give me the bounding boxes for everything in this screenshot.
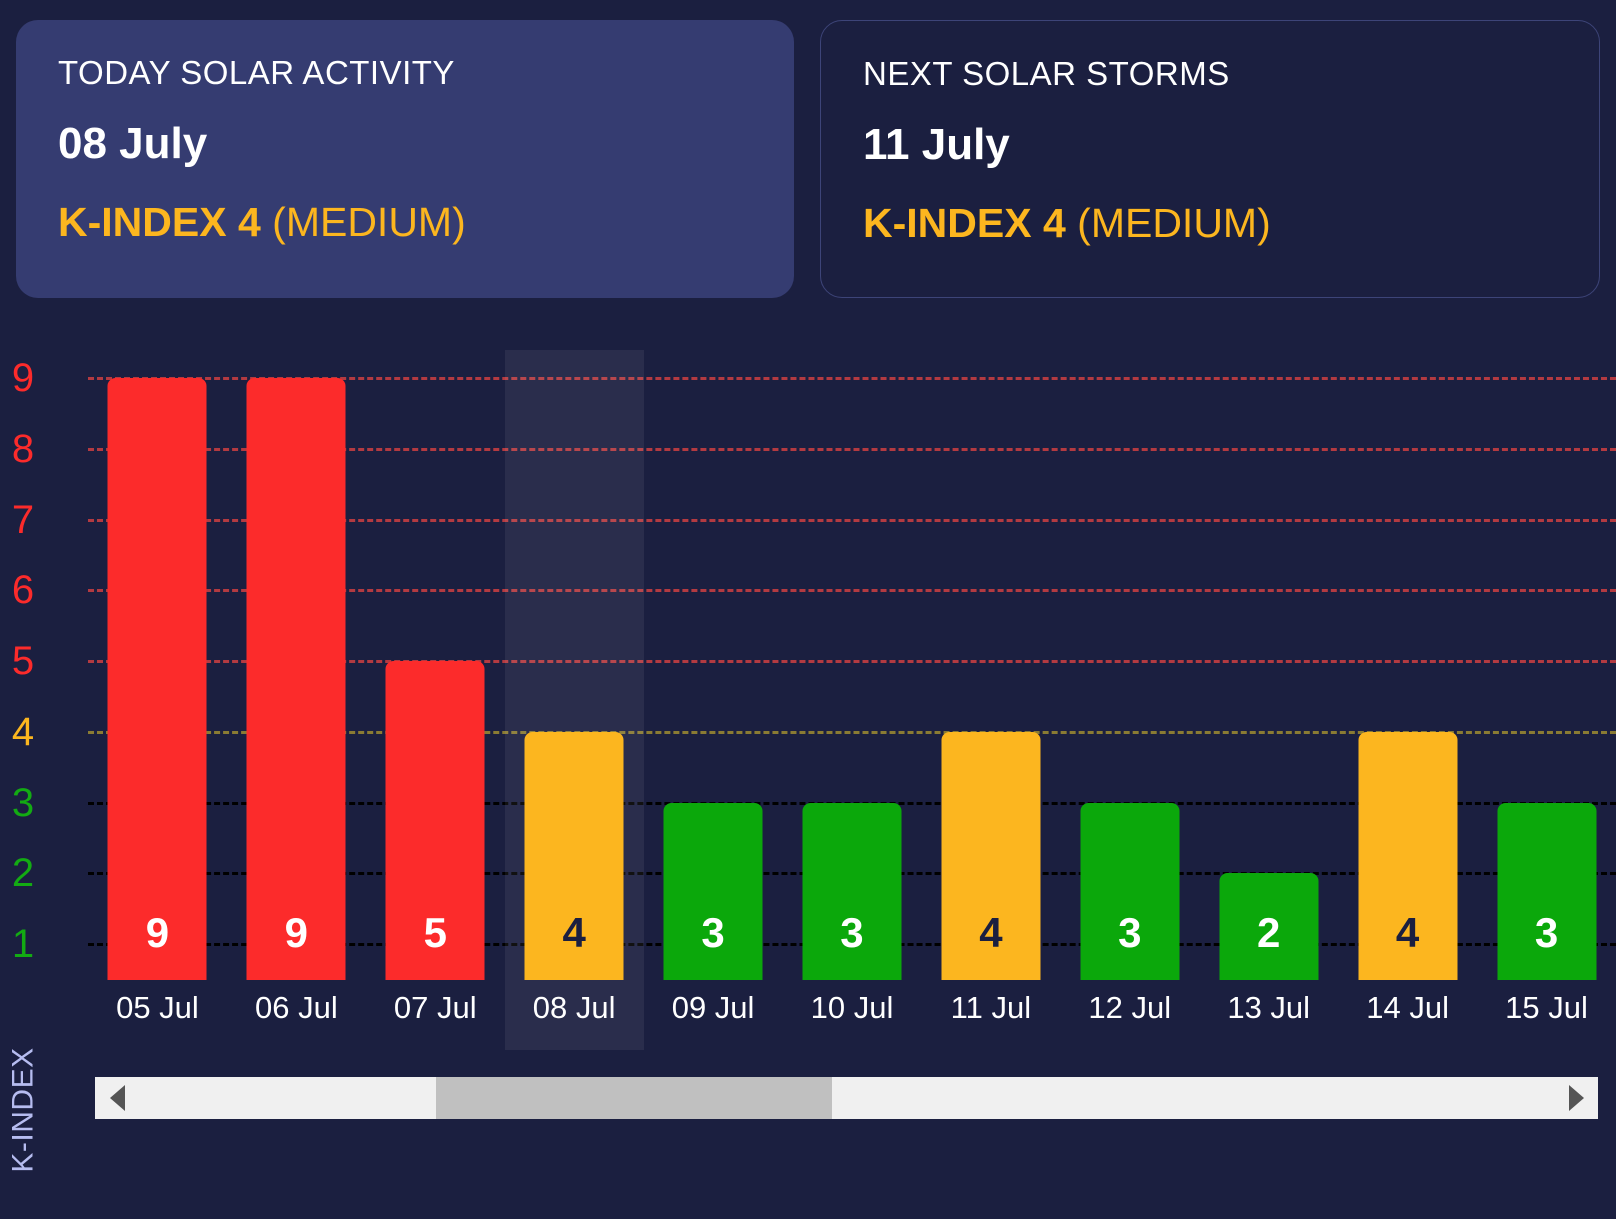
bar[interactable]: 9 [107, 378, 207, 980]
bar[interactable]: 4 [1358, 731, 1458, 980]
bar-value-label: 9 [145, 909, 170, 956]
card-title: TODAY SOLAR ACTIVITY [58, 54, 455, 91]
y-axis-title-label: K-INDEX [7, 1047, 40, 1173]
y-axis: 9 8 7 6 5 4 3 2 1 [0, 356, 88, 980]
card-date: 11 July [863, 120, 1010, 169]
bar-value-label: 4 [979, 909, 1003, 956]
y-axis-tick: 6 [11, 568, 35, 613]
bar[interactable]: 3 [1080, 802, 1180, 980]
bar[interactable]: 9 [246, 378, 346, 980]
bar[interactable]: 5 [385, 661, 485, 980]
bar-value-label: 4 [562, 909, 586, 956]
x-axis-tick: 15 Jul [1505, 990, 1588, 1025]
x-axis-tick: 11 Jul [950, 990, 1032, 1025]
card-date: 08 July [58, 119, 208, 168]
summary-cards: TODAY SOLAR ACTIVITY 08 July K-INDEX 4 (… [16, 20, 1600, 298]
x-axis-tick: 05 Jul [116, 990, 199, 1025]
bar[interactable]: 3 [802, 802, 902, 980]
bar-value-label: 3 [1534, 909, 1559, 956]
bar-value-label: 5 [423, 909, 447, 956]
plot-area: 9 9 5 4 3 3 4 3 2 4 3 [88, 350, 1616, 1050]
card-kindex: K-INDEX 4 (MEDIUM) [863, 203, 1599, 244]
bar[interactable]: 3 [1497, 802, 1597, 980]
bar-value-label: 3 [840, 909, 864, 956]
x-axis: 05 Jul 06 Jul 07 Jul 08 Jul 09 Jul 10 Jul 11 J… [88, 980, 1616, 1036]
x-axis-tick: 13 Jul [1227, 990, 1311, 1025]
card-today-solar-activity[interactable]: TODAY SOLAR ACTIVITY 08 July K-INDEX 4 (… [16, 20, 794, 298]
bar-column[interactable]: 3 [783, 360, 922, 980]
y-axis-tick: 9 [11, 356, 35, 400]
x-axis-tick: 14 Jul [1366, 990, 1449, 1025]
x-axis-tick: 06 Jul [254, 990, 338, 1025]
scroll-right-arrow-icon[interactable] [1554, 1077, 1598, 1119]
kindex-bar-chart: 9 8 7 6 5 4 3 2 1 9 9 5 4 3 3 4 3 2 4 3 05 Jul 06 Jul 07 Jul… [0, 350, 1616, 1050]
bar[interactable]: 2 [1219, 873, 1319, 980]
x-axis-tick: 08 Jul [532, 990, 616, 1025]
scrollbar-track[interactable] [139, 1077, 1554, 1119]
card-kindex-level: (MEDIUM) [1077, 200, 1271, 246]
bar[interactable]: 4 [524, 731, 624, 980]
x-axis-tick: 09 Jul [671, 990, 755, 1025]
bar-value-label: 3 [701, 909, 725, 956]
bar-column[interactable]: 4 [1338, 360, 1477, 980]
card-kindex-value: K-INDEX 4 [863, 200, 1066, 246]
bar-value-label: 2 [1257, 909, 1281, 956]
x-axis-tick: 07 Jul [393, 990, 477, 1025]
bar-column[interactable]: 3 [1477, 360, 1616, 980]
card-next-solar-storms[interactable]: NEXT SOLAR STORMS 11 July K-INDEX 4 (MED… [820, 20, 1600, 298]
bar-value-label: 9 [284, 909, 309, 956]
scroll-left-arrow-icon[interactable] [95, 1077, 139, 1119]
bar-column[interactable]: 2 [1199, 360, 1338, 980]
bar-column[interactable]: 4 [921, 360, 1060, 980]
y-axis-tick: 2 [11, 851, 35, 896]
bar-column[interactable]: 5 [366, 360, 505, 980]
x-axis-tick: 10 Jul [810, 990, 894, 1025]
bar[interactable]: 4 [941, 731, 1041, 980]
y-axis-tick: 5 [11, 639, 35, 683]
bar-column[interactable]: 4 [505, 360, 644, 980]
bar[interactable]: 3 [663, 802, 763, 980]
y-axis-tick: 8 [11, 426, 35, 471]
bar-value-label: 3 [1118, 909, 1142, 956]
y-axis-tick: 4 [11, 709, 35, 754]
bar-column[interactable]: 9 [88, 360, 227, 980]
card-kindex-level: (MEDIUM) [272, 199, 466, 245]
bar-column[interactable]: 3 [1060, 360, 1199, 980]
card-kindex-value: K-INDEX 4 [58, 199, 261, 245]
bar-column[interactable]: 3 [644, 360, 783, 980]
y-axis-tick: 3 [11, 780, 35, 825]
card-title: NEXT SOLAR STORMS [863, 55, 1230, 92]
y-axis-tick: 7 [11, 497, 35, 542]
y-axis-title: K-INDEX [2, 1010, 46, 1210]
bar-series: 9 9 5 4 3 3 4 3 2 4 3 [88, 360, 1616, 980]
bar-column[interactable]: 9 [227, 360, 366, 980]
bar-value-label: 4 [1395, 909, 1420, 956]
card-kindex: K-INDEX 4 (MEDIUM) [58, 202, 794, 243]
x-axis-tick: 12 Jul [1088, 990, 1172, 1025]
y-axis-tick: 1 [11, 922, 35, 966]
scrollbar-thumb[interactable] [436, 1077, 833, 1119]
horizontal-scrollbar[interactable] [95, 1077, 1598, 1119]
